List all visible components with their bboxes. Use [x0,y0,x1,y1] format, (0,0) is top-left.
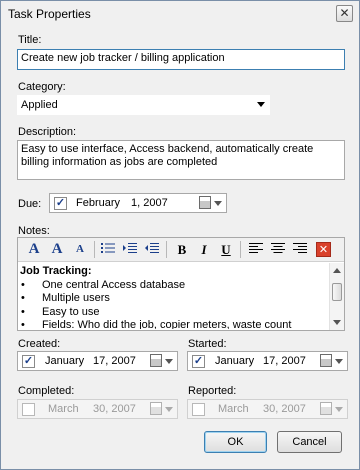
description-input[interactable]: Easy to use interface, Access backend, a… [17,140,345,180]
due-day: 1, 2007 [131,197,168,209]
toolbar-separator [94,241,95,258]
notes-editor[interactable]: A A A B I U ✕ Job Tracking: • One centra… [17,237,345,331]
bold-button[interactable]: B [172,240,192,259]
due-date-picker[interactable]: February 1, 2007 [49,193,227,213]
title-label: Title: [18,34,42,46]
started-checkbox[interactable] [192,355,205,368]
cancel-button[interactable]: Cancel [277,431,342,453]
notes-toolbar: A A A B I U ✕ [18,238,344,262]
scroll-thumb[interactable] [332,283,342,301]
started-label: Started: [188,338,227,350]
clear-formatting-icon[interactable]: ✕ [316,242,331,257]
align-left-icon[interactable] [246,240,266,259]
italic-button[interactable]: I [194,240,214,259]
notes-scrollbar[interactable] [329,263,344,330]
title-input-value: Create new job tracker / billing applica… [21,52,225,64]
started-day: 17, 2007 [263,355,306,367]
category-select[interactable]: Applied [17,95,270,115]
calendar-icon [150,354,162,367]
completed-date-picker[interactable]: March 30, 2007 [17,399,178,419]
ok-button[interactable]: OK [204,431,267,453]
chevron-down-icon [335,359,343,364]
reported-date-picker[interactable]: March 30, 2007 [187,399,348,419]
started-month: January [215,355,255,367]
reported-checkbox[interactable] [192,403,205,416]
due-checkbox[interactable] [54,197,67,210]
description-input-value: Easy to use interface, Access backend, a… [21,143,314,168]
started-date-picker[interactable]: January 17, 2007 [187,351,348,371]
scroll-down-icon[interactable] [333,320,341,325]
started-calendar-button[interactable] [320,354,344,368]
completed-day: 30, 2007 [93,403,136,415]
list-item: Multiple users [20,292,328,306]
completed-month: March [48,403,79,415]
created-date-picker[interactable]: January 17, 2007 [17,351,178,371]
font-icon[interactable]: A [24,240,44,259]
calendar-icon [320,402,332,415]
chevron-down-icon [165,359,173,364]
shrink-font-icon[interactable]: A [70,240,90,259]
decrease-indent-icon[interactable] [142,240,162,259]
window-title: Task Properties [8,7,91,21]
close-button[interactable]: ✕ [336,5,353,22]
completed-calendar-button[interactable] [150,402,174,416]
calendar-icon [199,196,211,209]
completed-checkbox[interactable] [22,403,35,416]
list-item: One central Access database [20,279,328,293]
reported-calendar-button[interactable] [320,402,344,416]
notes-label: Notes: [18,225,50,237]
list-item: Fields: Who did the job, copier meters, … [20,319,328,329]
notes-heading: Job Tracking: [20,265,92,277]
due-label: Due: [18,198,42,210]
completed-label: Completed: [18,385,75,397]
chevron-down-icon [214,201,222,206]
title-input[interactable]: Create new job tracker / billing applica… [17,49,345,70]
list-item: Easy to use [20,306,328,320]
align-center-icon[interactable] [268,240,288,259]
category-label: Category: [18,81,66,93]
description-label: Description: [18,126,77,138]
underline-button[interactable]: U [216,240,236,259]
reported-label: Reported: [188,385,237,397]
toolbar-separator [240,241,241,258]
bullet-list-icon[interactable] [98,240,118,259]
calendar-icon [320,354,332,367]
chevron-down-icon [335,407,343,412]
reported-day: 30, 2007 [263,403,306,415]
reported-month: March [218,403,249,415]
created-month: January [45,355,85,367]
created-label: Created: [18,338,61,350]
created-checkbox[interactable] [22,355,35,368]
notes-content[interactable]: Job Tracking: One central Access databas… [20,265,328,329]
due-month: February [76,197,121,209]
grow-font-icon[interactable]: A [47,240,67,259]
close-icon: ✕ [339,6,350,20]
toolbar-separator [166,241,167,258]
increase-indent-icon[interactable] [120,240,140,259]
align-right-icon[interactable] [290,240,310,259]
task-properties-dialog: Task Properties ✕ Title: Create new job … [0,0,360,470]
category-select-value: Applied [21,99,58,111]
scroll-up-icon[interactable] [333,268,341,273]
created-calendar-button[interactable] [150,354,174,368]
title-bar: Task Properties ✕ [1,1,359,27]
calendar-icon [150,402,162,415]
due-calendar-button[interactable] [199,196,223,210]
created-day: 17, 2007 [93,355,136,367]
chevron-down-icon [257,102,265,107]
chevron-down-icon [165,407,173,412]
